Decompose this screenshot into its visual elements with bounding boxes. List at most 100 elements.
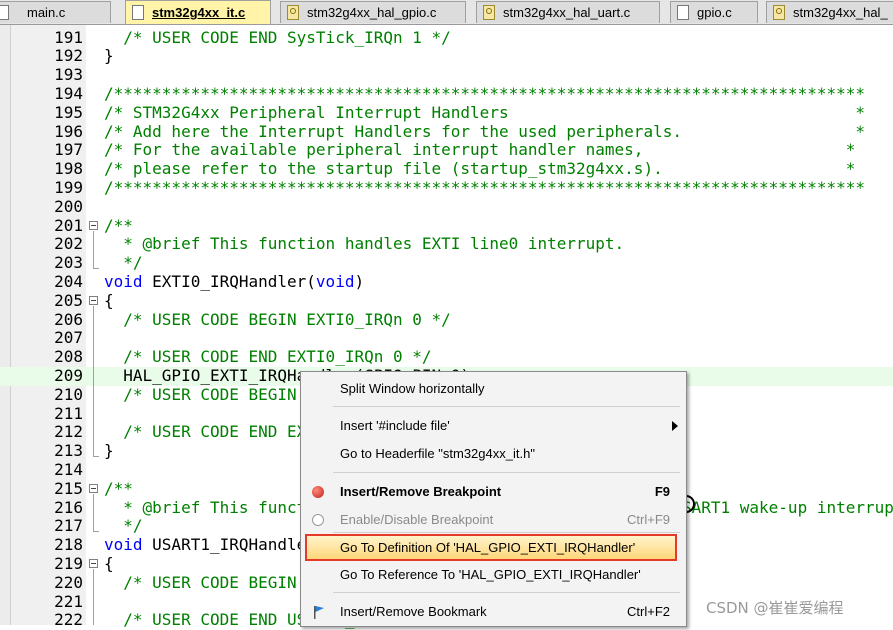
code-line[interactable]: 203 */ [0, 253, 893, 273]
bookmark-flag-icon [314, 606, 324, 619]
code-line[interactable]: 206 /* USER CODE BEGIN EXTI0_IRQn 0 */ [0, 309, 893, 330]
code-text: */ [104, 253, 143, 273]
code-text: void EXTI0_IRQHandler(void) [104, 271, 365, 291]
menu-item-enable-disable-breakpoint[interactable]: Enable/Disable Breakpoint Ctrl+F9 [301, 507, 686, 533]
line-number: 202 [54, 234, 83, 254]
line-number: 207 [54, 328, 83, 348]
line-number: 222 [54, 610, 83, 630]
line-number: 201 [54, 215, 83, 235]
menu-item-goto-reference[interactable]: Go To Reference To 'HAL_GPIO_EXTI_IRQHan… [301, 562, 686, 588]
code-text: /***************************************… [104, 83, 865, 103]
line-number: 218 [54, 535, 83, 555]
code-line[interactable]: 191 /* USER CODE END SysTick_IRQn 1 */ [0, 27, 893, 48]
code-text: /* For the available peripheral interrup… [104, 140, 856, 160]
code-text: /***************************************… [104, 177, 865, 197]
tab-label: stm32g4xx_hal_uart.c [503, 5, 631, 20]
fold-guide [93, 456, 99, 457]
line-number: 198 [54, 159, 83, 179]
breakpoint-disabled-icon [312, 514, 324, 526]
code-text: /* please refer to the startup file (sta… [104, 159, 856, 179]
tab-stm32g4xx-it-c[interactable]: stm32g4xx_it.c [125, 0, 271, 24]
line-number: 213 [54, 441, 83, 461]
tab-label: stm32g4xx_hal_gpio.c [307, 5, 437, 20]
menu-item-shortcut: F9 [654, 484, 670, 499]
code-text: /** [104, 215, 133, 235]
code-line[interactable]: 200 [0, 197, 893, 217]
line-number: 214 [54, 459, 83, 479]
menu-separator [333, 406, 680, 407]
menu-item-goto-headerfile[interactable]: Go to Headerfile "stm32g4xx_it.h" [301, 441, 686, 467]
line-number: 210 [54, 384, 83, 404]
tab-gpio-c[interactable]: gpio.c [670, 1, 758, 23]
code-text: /* USER CODE END SysTick_IRQn 1 */ [104, 27, 451, 47]
code-text: /* STM32G4xx Peripheral Interrupt Handle… [104, 102, 865, 122]
line-number: 211 [54, 403, 83, 423]
line-number: 192 [54, 46, 83, 66]
file-icon [0, 5, 9, 20]
line-number: 194 [54, 83, 83, 103]
tab-stm32g4xx-hal-uart-c[interactable]: stm32g4xx_hal_uart.c [476, 1, 660, 23]
menu-item-shortcut: Ctrl+F2 [627, 604, 670, 619]
line-number: 199 [54, 177, 83, 197]
code-line[interactable]: 197 /* For the available peripheral inter… [0, 140, 893, 160]
fold-toggle-icon[interactable] [89, 484, 98, 493]
code-line[interactable]: 201 /** [0, 215, 893, 236]
code-line[interactable]: 198 /* please refer to the startup file (… [0, 159, 893, 179]
code-line[interactable]: 204 void EXTI0_IRQHandler(void) [0, 271, 893, 292]
line-number: 191 [54, 27, 83, 47]
tab-stm32g4xx-hal[interactable]: stm32g4xx_hal_ [766, 1, 893, 23]
fold-guide [93, 494, 94, 531]
menu-item-label: Insert/Remove Bookmark [340, 604, 487, 619]
fold-toggle-icon[interactable] [89, 559, 98, 568]
line-number: 197 [54, 140, 83, 160]
code-line[interactable]: 205 { [0, 291, 893, 311]
menu-item-insert-remove-bookmark[interactable]: Insert/Remove Bookmark Ctrl+F2 [301, 599, 686, 625]
code-line[interactable]: 202 * @brief This function handles EXTI … [0, 234, 893, 254]
fold-guide [93, 531, 99, 532]
code-line[interactable]: 199 /************************************… [0, 177, 893, 198]
menu-item-label: Go to Headerfile "stm32g4xx_it.h" [340, 446, 535, 461]
line-number: 221 [54, 591, 83, 611]
code-line[interactable]: 195 /* STM32G4xx Peripheral Interrupt Han… [0, 102, 893, 123]
line-number: 216 [54, 497, 83, 517]
line-number: 203 [54, 253, 83, 273]
tab-label: main.c [27, 5, 66, 20]
code-text: { [104, 553, 114, 573]
fold-toggle-icon[interactable] [89, 296, 98, 305]
menu-item-insert-remove-breakpoint[interactable]: Insert/Remove Breakpoint F9 [301, 479, 686, 505]
menu-item-label: Enable/Disable Breakpoint [340, 512, 494, 527]
code-line[interactable]: 193 [0, 65, 893, 85]
line-number: 219 [54, 553, 83, 573]
file-tab-bar: main.c stm32g4xx_it.c stm32g4xx_hal_gpio… [0, 0, 893, 25]
context-menu: Split Window horizontally Insert '#inclu… [300, 371, 687, 627]
code-text: /* Add here the Interrupt Handlers for t… [104, 121, 865, 141]
code-text: /* USER CODE END EXTI0_IRQn 0 */ [104, 347, 432, 367]
line-number: 215 [54, 478, 83, 498]
menu-item-shortcut: Ctrl+F9 [627, 512, 670, 527]
fold-toggle-icon[interactable] [89, 221, 98, 230]
line-number: 204 [54, 271, 83, 291]
menu-item-goto-definition[interactable]: Go To Definition Of 'HAL_GPIO_EXTI_IRQHa… [305, 534, 677, 561]
locked-file-icon [773, 5, 785, 20]
code-line[interactable]: 208 /* USER CODE END EXTI0_IRQn 0 */ [0, 347, 893, 367]
menu-item-split-window[interactable]: Split Window horizontally [301, 376, 686, 402]
code-text: /* USER CODE BEGIN EXTI0_IRQn 0 */ [104, 309, 451, 329]
code-text: * @brief This function handles EXTI line… [104, 234, 625, 254]
line-number: 206 [54, 309, 83, 329]
code-line[interactable]: 196 /* Add here the Interrupt Handlers fo… [0, 121, 893, 142]
locked-file-icon [287, 5, 299, 20]
fold-guide [93, 231, 94, 268]
code-line[interactable]: 192} [0, 46, 893, 66]
code-text: /** [104, 478, 133, 498]
fold-guide [93, 268, 99, 269]
tab-stm32g4xx-hal-gpio-c[interactable]: stm32g4xx_hal_gpio.c [280, 1, 466, 23]
menu-item-insert-include[interactable]: Insert '#include file' [301, 413, 686, 439]
tab-main-c[interactable]: main.c [0, 1, 111, 23]
file-icon [677, 5, 689, 20]
line-number: 220 [54, 572, 83, 592]
menu-item-label: Insert '#include file' [340, 418, 450, 433]
code-line[interactable]: 207 [0, 328, 893, 348]
file-icon [132, 5, 144, 20]
line-number: 193 [54, 65, 83, 85]
code-line[interactable]: 194 /************************************… [0, 83, 893, 104]
